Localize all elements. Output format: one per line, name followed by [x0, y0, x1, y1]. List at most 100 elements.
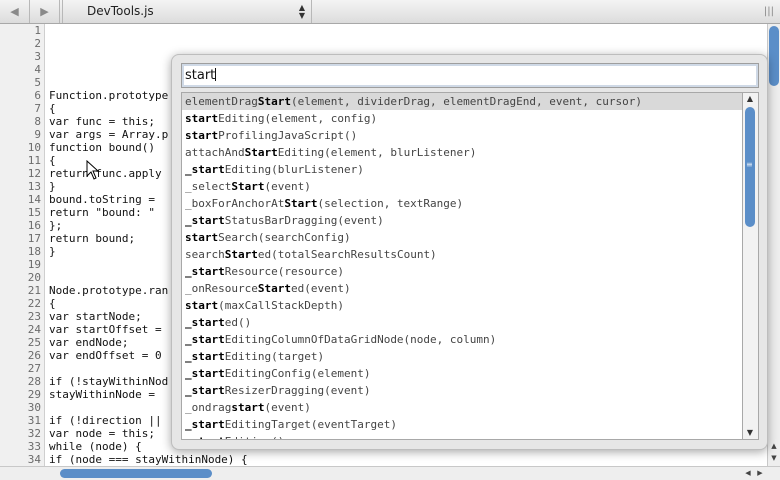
- suggestion-item[interactable]: start(maxCallStackDepth): [182, 297, 742, 314]
- line-number: 16: [27, 219, 41, 232]
- line-number: 13: [27, 180, 41, 193]
- suggestion-suffix: EditingConfig(element): [224, 367, 371, 380]
- suggestion-item[interactable]: attachAndStartEditing(element, blurListe…: [182, 144, 742, 161]
- scroll-up-icon[interactable]: ▲: [768, 440, 780, 452]
- suggestion-prefix: _ondrag: [185, 401, 232, 414]
- line-number: 9: [34, 128, 41, 141]
- suggestion-suffix: ed(event): [290, 282, 351, 295]
- suggestion-item[interactable]: _startEditingColumnOfDataGridNode(node, …: [182, 331, 742, 348]
- suggestion-match: _start: [185, 265, 225, 278]
- scroll-right-icon[interactable]: ▶: [754, 467, 766, 480]
- select-arrows-icon: ▲ ▼: [298, 3, 305, 20]
- line-number: 26: [27, 349, 41, 362]
- suggestion-item[interactable]: _started(): [182, 314, 742, 331]
- line-number: 3: [34, 50, 41, 63]
- suggestion-item[interactable]: _startResizerDragging(event): [182, 382, 742, 399]
- line-number: 22: [27, 297, 41, 310]
- suggestion-item[interactable]: _ondragstart(event): [182, 399, 742, 416]
- toolbar: ◀ ▶ DevTools.js ▲ ▼ |||: [0, 0, 780, 24]
- suggestion-match: _start: [185, 163, 225, 176]
- suggestion-item[interactable]: _startEditingTarget(eventTarget): [182, 416, 742, 433]
- suggestion-match: _start: [185, 384, 225, 397]
- code-line: var endNode;: [49, 336, 129, 349]
- suggestion-suffix: ResizerDragging(event): [224, 384, 371, 397]
- suggestion-item[interactable]: _onResourceStarted(event): [182, 280, 742, 297]
- suggestion-suffix: StatusBarDragging(event): [224, 214, 384, 227]
- grip-icon[interactable]: |||: [764, 6, 774, 17]
- code-line: return func.apply: [49, 167, 162, 180]
- line-number: 24: [27, 323, 41, 336]
- suggestion-suffix: Editing(): [225, 435, 285, 439]
- suggestion-item[interactable]: _startEditingConfig(element): [182, 365, 742, 382]
- line-number: 7: [34, 102, 41, 115]
- suggestion-prefix: attachAnd: [185, 146, 245, 159]
- scroll-left-icon[interactable]: ◀: [742, 467, 754, 480]
- line-number: 10: [27, 141, 41, 154]
- suggestion-item[interactable]: _startResource(resource): [182, 263, 742, 280]
- query-text: start: [185, 68, 216, 83]
- suggestion-match: start: [231, 401, 265, 414]
- grip-icon: ≡: [746, 160, 753, 169]
- suggestion-match: Start: [244, 146, 278, 159]
- code-line: return "bound: ": [49, 206, 162, 219]
- scroll-down-icon[interactable]: ▼: [743, 427, 757, 439]
- suggestion-suffix: Editing(element, config): [218, 112, 378, 125]
- suggestion-suffix: (selection, textRange): [317, 197, 464, 210]
- suggestion-item[interactable]: startEditing(element, config): [182, 110, 742, 127]
- suggestion-list[interactable]: elementDragStart(element, dividerDrag, e…: [181, 92, 743, 440]
- file-selector[interactable]: DevTools.js ▲ ▼: [62, 0, 312, 23]
- suggestion-item[interactable]: _selectStart(event): [182, 178, 742, 195]
- scroll-thumb[interactable]: [769, 26, 779, 86]
- forward-button[interactable]: ▶: [30, 0, 60, 23]
- suggestion-match: _start: [185, 333, 225, 346]
- suggestion-item[interactable]: startSearch(searchConfig): [182, 229, 742, 246]
- suggestion-match: start: [185, 299, 219, 312]
- suggestion-match: start: [185, 129, 219, 142]
- code-line: while (node) {: [49, 440, 142, 453]
- code-line: };: [49, 219, 63, 232]
- suggestion-item[interactable]: _boxForAnchorAtStart(selection, textRang…: [182, 195, 742, 212]
- line-number-gutter: 1 2 3 4 5 6 7 8 9 10 11 12 13 14 15 16 17 18 19 20 21 22 23 24 2…: [0, 24, 45, 466]
- suggestion-prefix: search: [185, 248, 225, 261]
- code-line: {: [49, 297, 56, 310]
- suggestion-item[interactable]: startProfilingJavaScript(): [182, 127, 742, 144]
- line-number: 6: [34, 89, 41, 102]
- suggestion-item[interactable]: _startEditing(target): [182, 348, 742, 365]
- suggestion-suffix: EditingTarget(eventTarget): [224, 418, 397, 431]
- suggestion-suffix: ed(): [224, 316, 252, 329]
- back-arrow-icon: ◀: [10, 5, 19, 18]
- suggestion-item[interactable]: _startEditing(): [182, 433, 742, 439]
- code-line: if (!stayWithinNod: [49, 375, 169, 388]
- suggestion-prefix: _select: [185, 180, 232, 193]
- suggestion-item[interactable]: _startStatusBarDragging(event): [182, 212, 742, 229]
- scroll-down-icon[interactable]: ▼: [768, 452, 780, 464]
- code-line: Node.prototype.ran: [49, 284, 169, 297]
- code-line: }: [49, 245, 56, 258]
- suggestion-prefix: _onResource: [185, 282, 258, 295]
- scroll-up-icon[interactable]: ▲: [743, 93, 757, 105]
- scroll-thumb[interactable]: [60, 469, 212, 478]
- autocomplete-search-input[interactable]: start: [181, 63, 759, 88]
- code-line: var func = this;: [49, 115, 155, 128]
- code-line: var endOffset = 0: [49, 349, 162, 362]
- suggestion-list-scrollbar[interactable]: ▲ ≡ ▼: [743, 92, 759, 440]
- suggestion-suffix: Search(searchConfig): [218, 231, 351, 244]
- suggestion-suffix: (maxCallStackDepth): [218, 299, 344, 312]
- autocomplete-popup: start elementDragStart(element, dividerD…: [171, 54, 768, 450]
- suggestion-suffix: ed(totalSearchResultsCount): [257, 248, 437, 261]
- editor-horizontal-scrollbar[interactable]: ◀ ▶: [0, 466, 780, 480]
- editor-vertical-scrollbar[interactable]: ▲ ▼: [767, 24, 780, 466]
- code-line: {: [49, 154, 56, 167]
- suggestion-match: Start: [257, 95, 291, 108]
- line-number: 18: [27, 245, 41, 258]
- suggestion-item[interactable]: _startEditing(blurListener): [182, 161, 742, 178]
- suggestion-item[interactable]: searchStarted(totalSearchResultsCount): [182, 246, 742, 263]
- suggestion-match: Start: [231, 180, 265, 193]
- suggestion-item[interactable]: elementDragStart(element, dividerDrag, e…: [182, 93, 742, 110]
- line-number: 29: [27, 388, 41, 401]
- code-line: var node = this;: [49, 427, 155, 440]
- line-number: 21: [27, 284, 41, 297]
- line-number: 1: [34, 24, 41, 37]
- code-line: Function.prototype: [49, 89, 169, 102]
- back-button[interactable]: ◀: [0, 0, 30, 23]
